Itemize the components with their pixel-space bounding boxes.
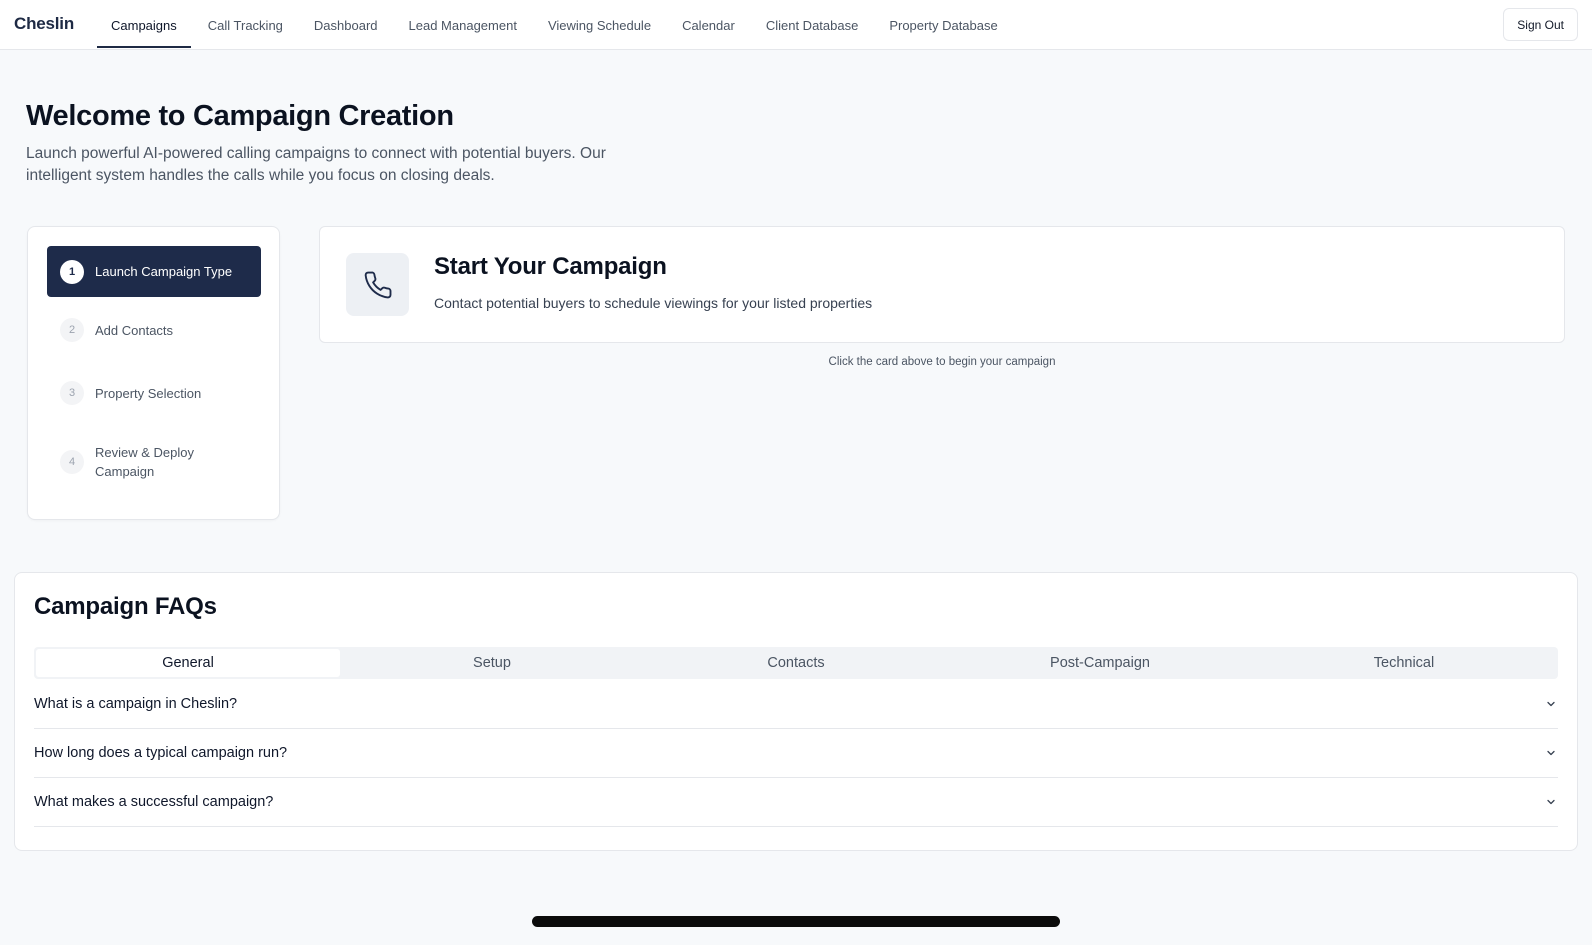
step-review-deploy[interactable]: 4 Review & Deploy Campaign [47, 442, 261, 482]
step-label: Review & Deploy Campaign [95, 445, 194, 479]
tab-setup[interactable]: Setup [340, 649, 644, 677]
faq-question: What is a campaign in Cheslin? [34, 696, 238, 712]
card-title: Start Your Campaign [434, 253, 667, 280]
nav-dashboard[interactable]: Dashboard [300, 0, 392, 50]
step-add-contacts[interactable]: 2 Add Contacts [47, 318, 261, 342]
phone-icon-container [346, 253, 409, 316]
faq-title: Campaign FAQs [34, 593, 217, 620]
step-launch-campaign-type[interactable]: 1 Launch Campaign Type [47, 246, 261, 297]
nav-client-database[interactable]: Client Database [752, 0, 873, 50]
step-property-selection[interactable]: 3 Property Selection [47, 381, 261, 405]
tab-general[interactable]: General [36, 649, 340, 677]
page-subtitle: Launch powerful AI-powered calling campa… [26, 145, 606, 184]
chevron-down-icon [1544, 795, 1558, 809]
card-hint: Click the card above to begin your campa… [828, 356, 1056, 368]
tab-technical[interactable]: Technical [1252, 649, 1556, 677]
step-label: Property Selection [95, 385, 202, 401]
top-navigation: Cheslin Campaigns Call Tracking Dashboar… [0, 0, 1592, 50]
sign-out-button[interactable]: Sign Out [1503, 8, 1578, 41]
step-number: 4 [60, 450, 84, 474]
card-subtitle: Contact potential buyers to schedule vie… [434, 295, 873, 311]
tab-post-campaign[interactable]: Post-Campaign [948, 649, 1252, 677]
campaign-stepper: 1 Launch Campaign Type 2 Add Contacts 3 … [27, 226, 280, 520]
home-indicator [532, 916, 1060, 927]
faq-question: How long does a typical campaign run? [34, 745, 288, 761]
tab-contacts[interactable]: Contacts [644, 649, 948, 677]
faq-item[interactable]: What is a campaign in Cheslin? [34, 680, 1558, 729]
step-label: Launch Campaign Type [95, 264, 233, 279]
nav-viewing-schedule[interactable]: Viewing Schedule [534, 0, 665, 50]
faq-item[interactable]: What makes a successful campaign? [34, 778, 1558, 827]
faq-tabs: General Setup Contacts Post-Campaign Tec… [34, 647, 1558, 679]
start-campaign-card[interactable]: Start Your Campaign Contact potential bu… [319, 226, 1565, 343]
nav-calendar[interactable]: Calendar [668, 0, 749, 50]
chevron-down-icon [1544, 746, 1558, 760]
nav-lead-management[interactable]: Lead Management [395, 0, 531, 50]
step-number: 3 [60, 381, 84, 405]
nav-links: Campaigns Call Tracking Dashboard Lead M… [97, 0, 1015, 50]
page-title: Welcome to Campaign Creation [26, 100, 454, 132]
phone-icon [364, 271, 391, 298]
faq-item[interactable]: How long does a typical campaign run? [34, 729, 1558, 778]
step-number: 2 [60, 318, 84, 342]
brand-logo[interactable]: Cheslin [14, 14, 74, 34]
step-number: 1 [60, 259, 84, 284]
nav-campaigns[interactable]: Campaigns [97, 0, 191, 50]
step-label: Add Contacts [95, 322, 174, 338]
chevron-down-icon [1544, 697, 1558, 711]
nav-call-tracking[interactable]: Call Tracking [194, 0, 297, 50]
faq-section: Campaign FAQs General Setup Contacts Pos… [14, 572, 1578, 851]
nav-property-database[interactable]: Property Database [875, 0, 1011, 50]
faq-question: What makes a successful campaign? [34, 794, 274, 810]
